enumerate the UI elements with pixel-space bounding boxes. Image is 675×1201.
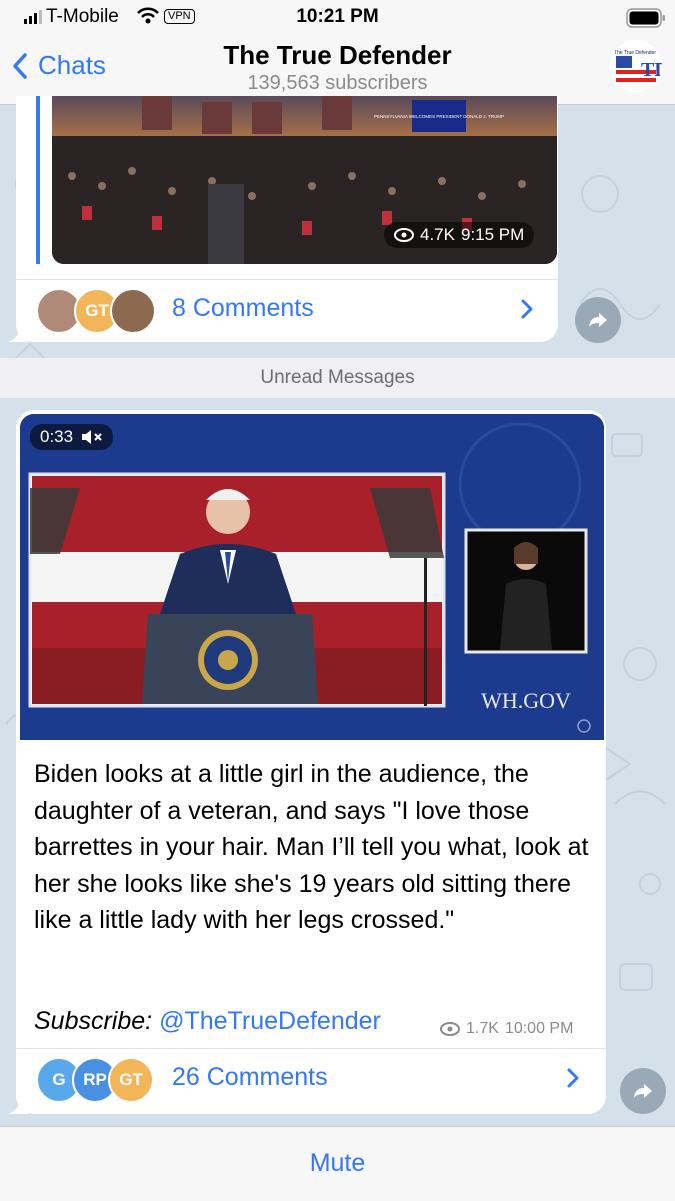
chevron-right-icon	[521, 299, 533, 319]
rally-photo[interactable]: PENNSYLVANIA WELCOMES PRESIDENT DONALD J…	[52, 96, 557, 264]
subscribe-label: Subscribe:	[34, 1007, 153, 1035]
message-bubble[interactable]: PENNSYLVANIA WELCOMES PRESIDENT DONALD J…	[16, 96, 558, 342]
navigation-bar: Chats The True Defender 139,563 subscrib…	[0, 36, 675, 105]
view-count: 4.7K	[420, 225, 455, 244]
channel-link[interactable]: @TheTrueDefender	[159, 1007, 381, 1035]
video-duration[interactable]: 0:33	[30, 424, 114, 450]
video-frame: WH.GOV	[20, 414, 604, 740]
share-arrow-icon	[634, 1084, 652, 1098]
comments-label: 26 Comments	[172, 1063, 328, 1091]
view-count: 1.7K	[466, 1020, 499, 1037]
bottom-bar: Mute	[0, 1126, 675, 1201]
post-meta: 1.7K 10:00 PM	[440, 1020, 573, 1038]
eye-icon	[440, 1022, 460, 1036]
muted-speaker-icon	[82, 430, 102, 444]
unread-label: Unread Messages	[260, 367, 415, 388]
channel-avatar[interactable]: The True Defender TD	[610, 40, 662, 92]
bubble-tail	[8, 324, 28, 342]
status-bar: T-Mobile VPN 10:21 PM	[0, 0, 675, 36]
message-text: Biden looks at a little girl in the audi…	[34, 760, 589, 934]
duration-value: 0:33	[40, 427, 74, 446]
chevron-right-icon	[567, 1068, 579, 1088]
share-arrow-icon	[589, 313, 607, 327]
avatar: GT	[108, 1057, 154, 1103]
video-player[interactable]: WH.GOV 0:33	[20, 414, 604, 740]
post-time: 10:00 PM	[504, 1020, 574, 1037]
subscriber-count: 139,563 subscribers	[247, 72, 428, 94]
post-meta: 4.7K 9:15 PM	[384, 222, 535, 248]
svg-text:The True Defender: The True Defender	[614, 50, 656, 56]
forward-button[interactable]	[575, 297, 621, 343]
comments-button[interactable]: GT 8 Comments	[16, 279, 558, 338]
svg-text:PENNSYLVANIA WELCOMES PRESIDEN: PENNSYLVANIA WELCOMES PRESIDENT DONALD J…	[374, 114, 504, 119]
mute-button[interactable]: Mute	[0, 1149, 675, 1178]
avatar	[110, 288, 156, 334]
eye-icon	[394, 228, 414, 242]
subscribe-line: Subscribe: @TheTrueDefender	[34, 1007, 381, 1036]
channel-title[interactable]: The True Defender	[0, 40, 675, 71]
svg-text:TD: TD	[641, 59, 662, 81]
quote-bar	[36, 96, 40, 264]
unread-divider: Unread Messages	[0, 358, 675, 398]
comments-label: 8 Comments	[172, 294, 314, 322]
svg-text:WH.GOV: WH.GOV	[481, 688, 571, 713]
forward-button[interactable]	[620, 1068, 666, 1114]
channel-logo: The True Defender TD	[610, 40, 662, 92]
battery-icon	[626, 8, 665, 28]
comments-button[interactable]: G RP GT 26 Comments	[16, 1048, 606, 1107]
post-time: 9:15 PM	[460, 225, 525, 244]
status-time: 10:21 PM	[296, 6, 379, 27]
